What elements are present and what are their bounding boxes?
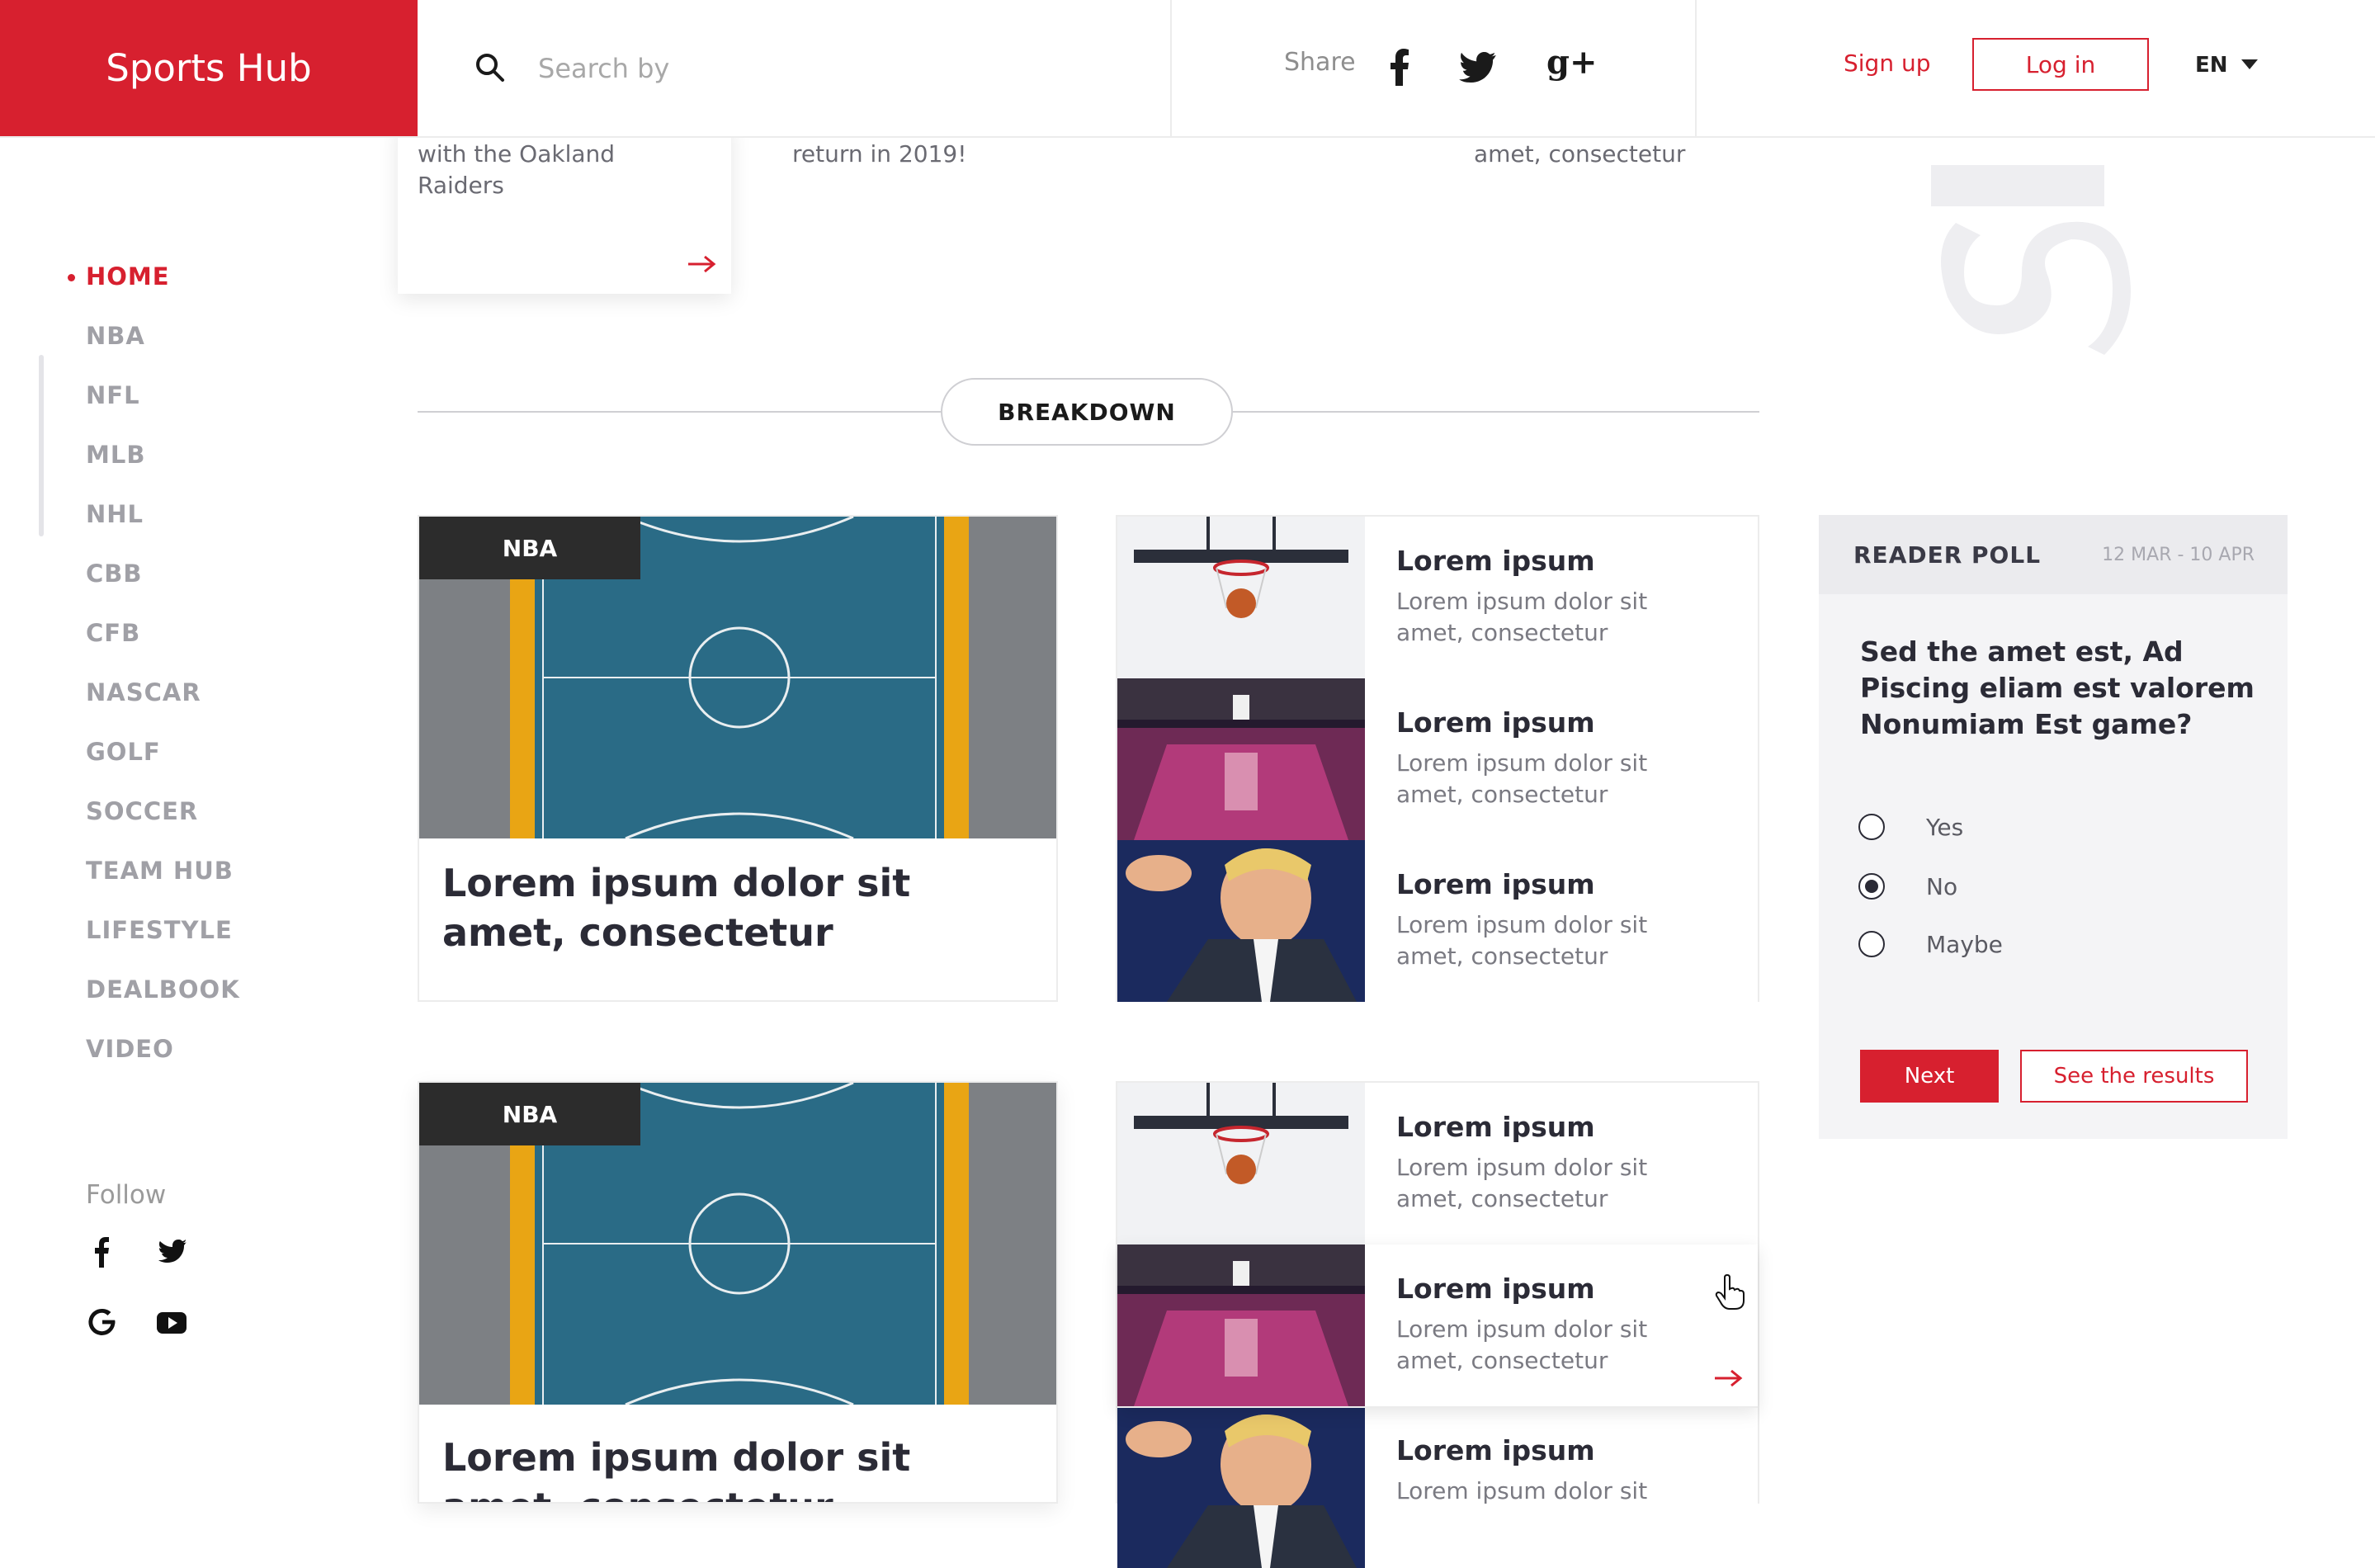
poll-radio-no[interactable] [1858, 873, 1885, 900]
arena-thumbnail [1117, 1244, 1365, 1406]
article-title[interactable]: amet, consectetur [442, 908, 1020, 957]
list-item[interactable]: Lorem ipsum Lorem ipsum dolor sit amet, c… [1117, 840, 1758, 1002]
list-item-text: Lorem ipsum dolor sit amet, consectetur [1396, 588, 1648, 646]
speaker-thumbnail [1117, 840, 1365, 1002]
twitter-icon[interactable] [155, 1235, 188, 1268]
list-item-title: Lorem ipsum [1396, 706, 1595, 739]
list-item-text: Lorem ipsum dolor sit amet, consectetur [1396, 1315, 1648, 1374]
list-item[interactable]: Lorem ipsum Lorem ipsum dolor sit amet, c… [1117, 1083, 1758, 1246]
list-item-title: Lorem ipsum [1396, 1273, 1595, 1305]
poll-header: READER POLL 12 MAR - 10 APR [1819, 515, 2288, 594]
see-results-button[interactable]: See the results [2020, 1050, 2248, 1103]
card-text: amet, consectetur [1474, 140, 1686, 168]
reader-poll: READER POLL 12 MAR - 10 APR Sed the amet… [1819, 515, 2288, 1139]
poll-option-label[interactable]: Maybe [1926, 931, 2003, 958]
article-title[interactable]: Lorem ipsum dolor sit [442, 1433, 1020, 1482]
article-title[interactable]: amet, consectetur [442, 1482, 1020, 1502]
hand-cursor-icon [1715, 1274, 1745, 1310]
divider-line [418, 411, 942, 413]
sidebar-item-cbb[interactable]: CBB [86, 560, 143, 588]
article-title[interactable]: Lorem ipsum dolor sit [442, 858, 1020, 908]
list-item-text: Lorem ipsum dolor sit amet, consectetur [1396, 1154, 1648, 1212]
poll-date: 12 MAR - 10 APR [2102, 545, 2255, 565]
sidebar-item-dealbook[interactable]: DEALBOOK [86, 975, 240, 1004]
sidebar-item-mlb[interactable]: MLB [86, 441, 145, 469]
category-tag[interactable]: NBA [419, 1083, 640, 1145]
card-text: Raiders [418, 172, 504, 199]
list-item-hovered[interactable]: Lorem ipsum Lorem ipsum dolor sit amet, c… [1117, 1244, 1758, 1408]
login-button[interactable]: Log in [1972, 38, 2149, 91]
facebook-icon[interactable] [86, 1235, 119, 1268]
active-indicator [68, 274, 75, 281]
radio-selected-dot [1865, 880, 1878, 893]
next-button[interactable]: Next [1860, 1050, 1999, 1103]
signup-link[interactable]: Sign up [1844, 50, 1931, 77]
category-tag[interactable]: NBA [419, 517, 640, 579]
list-item-title: Lorem ipsum [1396, 1434, 1595, 1466]
sidebar-item-team-hub[interactable]: TEAM HUB [86, 857, 234, 885]
featured-article-card[interactable]: NBA Lorem ipsum dolor sit amet, consecte… [418, 1081, 1058, 1504]
google-plus-icon[interactable]: g+ [1546, 43, 1597, 82]
sidebar-item-nfl[interactable]: NFL [86, 381, 140, 409]
list-item-title: Lorem ipsum [1396, 545, 1595, 577]
chevron-down-icon[interactable] [2241, 59, 2258, 69]
google-icon[interactable] [86, 1306, 119, 1339]
follow-label: Follow [86, 1180, 167, 1210]
poll-option-label[interactable]: Yes [1926, 814, 1963, 841]
featured-article-card[interactable]: NBA Lorem ipsum dolor sit amet, consecte… [418, 515, 1058, 1002]
sidebar-item-nascar[interactable]: NASCAR [86, 678, 201, 706]
list-item[interactable]: Lorem ipsum Lorem ipsum dolor sit amet, c… [1117, 678, 1758, 842]
list-item-text: Lorem ipsum dolor sit amet, consectetur [1396, 749, 1648, 808]
article-list: Lorem ipsum Lorem ipsum dolor sit amet, c… [1116, 1081, 1759, 1568]
sidebar-item-nba[interactable]: NBA [86, 322, 145, 350]
card-text: return in 2019! [792, 140, 967, 168]
sidebar-item-nhl[interactable]: NHL [86, 500, 144, 528]
logo[interactable]: Sports Hub [0, 0, 418, 136]
hoop-thumbnail [1117, 1083, 1365, 1244]
background-letters [1931, 165, 2131, 355]
sidebar-item-video[interactable]: VIDEO [86, 1035, 174, 1063]
list-item-text: Lorem ipsum dolor sit [1396, 1477, 1648, 1504]
header-divider [1170, 0, 1172, 136]
hoop-thumbnail [1117, 517, 1365, 678]
poll-radio-maybe[interactable] [1858, 931, 1885, 957]
divider-line [1233, 411, 1759, 413]
search-icon[interactable] [474, 51, 507, 84]
poll-option-label[interactable]: No [1926, 873, 1957, 900]
share-label: Share [1284, 48, 1356, 77]
speaker-thumbnail [1117, 1406, 1365, 1568]
search-input[interactable] [536, 50, 1117, 87]
sidebar-item-lifestyle[interactable]: LIFESTYLE [86, 916, 233, 944]
article-list: Lorem ipsum Lorem ipsum dolor sit amet, c… [1116, 515, 1759, 1002]
poll-title: READER POLL [1853, 541, 2042, 569]
arrow-right-icon[interactable] [687, 254, 716, 274]
sidebar-item-cfb[interactable]: CFB [86, 619, 140, 647]
header-divider [1695, 0, 1697, 136]
card-text: with the Oakland [418, 140, 616, 168]
list-item-text: Lorem ipsum dolor sit amet, consectetur [1396, 911, 1648, 970]
list-item-title: Lorem ipsum [1396, 868, 1595, 900]
youtube-icon[interactable] [155, 1306, 188, 1339]
list-item-title: Lorem ipsum [1396, 1111, 1595, 1143]
sidebar-item-soccer[interactable]: SOCCER [86, 797, 198, 825]
poll-question: Sed the amet est, Ad Piscing eliam est v… [1860, 635, 2255, 740]
twitter-icon[interactable] [1459, 51, 1497, 83]
breakdown-label[interactable]: BREAKDOWN [941, 378, 1233, 446]
facebook-icon[interactable] [1390, 48, 1409, 86]
sidebar-item-home[interactable]: HOME [86, 262, 170, 290]
arena-thumbnail [1117, 678, 1365, 840]
sidebar-scrollbar[interactable] [39, 355, 44, 536]
arrow-right-icon[interactable] [1713, 1368, 1743, 1388]
language-select[interactable]: EN [2195, 53, 2228, 78]
list-item[interactable]: Lorem ipsum Lorem ipsum dolor sit [1117, 1406, 1758, 1568]
poll-radio-yes[interactable] [1858, 814, 1885, 840]
list-item[interactable]: Lorem ipsum Lorem ipsum dolor sit amet, c… [1117, 517, 1758, 680]
sidebar-item-golf[interactable]: GOLF [86, 738, 161, 766]
